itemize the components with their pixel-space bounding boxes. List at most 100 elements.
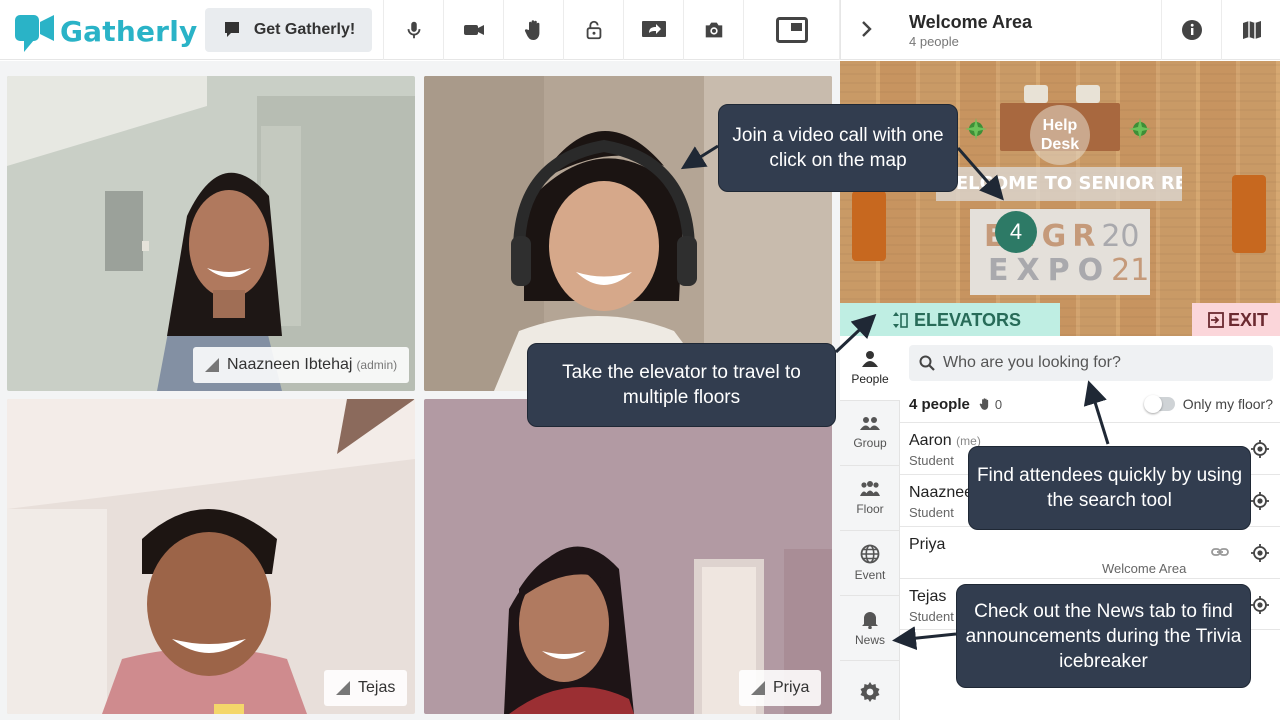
person-role: Student bbox=[909, 505, 954, 520]
search-icon bbox=[919, 355, 935, 371]
get-gatherly-label: Get Gatherly! bbox=[253, 21, 356, 38]
person-name: Aaron bbox=[909, 432, 952, 449]
logo-camera-icon bbox=[14, 11, 56, 52]
area-people-count: 4 people bbox=[909, 34, 959, 49]
info-button[interactable] bbox=[1161, 0, 1221, 60]
callout-elevator: Take the elevator to travel to multiple … bbox=[527, 343, 836, 427]
video-nameplate: Priya bbox=[739, 670, 822, 706]
chair bbox=[1076, 85, 1100, 103]
person-name: Tejas bbox=[909, 588, 947, 605]
participant-name: Priya bbox=[773, 679, 810, 696]
raise-hand-icon bbox=[524, 20, 539, 40]
microphone-button[interactable] bbox=[383, 0, 443, 60]
microphone-icon bbox=[407, 21, 420, 39]
welcome-banner: WELCOME TO SENIOR RECEPTION! bbox=[936, 167, 1182, 201]
elevators-button[interactable]: ELEVATORS bbox=[840, 303, 1060, 336]
nav-floor[interactable]: Floor bbox=[840, 466, 900, 531]
locate-icon[interactable] bbox=[1250, 439, 1270, 459]
person-location: Welcome Area bbox=[1102, 561, 1187, 576]
logo: Gatherly bbox=[14, 11, 198, 52]
help-desk-button[interactable]: Help Desk bbox=[1030, 105, 1090, 165]
camera-button[interactable] bbox=[443, 0, 503, 60]
settings-icon bbox=[860, 681, 880, 702]
chat-flag-icon bbox=[224, 22, 239, 37]
sofa bbox=[1232, 175, 1266, 253]
video-nameplate: Tejas bbox=[324, 670, 408, 706]
nav-news[interactable]: News bbox=[840, 596, 900, 661]
raised-hands-count: 0 bbox=[978, 397, 1002, 412]
person-role: Student bbox=[909, 609, 954, 624]
group-count-circle[interactable]: 4 bbox=[995, 211, 1037, 253]
globe-icon bbox=[860, 544, 880, 564]
video-feed bbox=[424, 399, 832, 714]
video-nameplate: Naazneen Ibtehaj (admin) bbox=[193, 347, 410, 383]
elevator-icon bbox=[893, 312, 908, 328]
snapshot-button[interactable] bbox=[683, 0, 743, 60]
link-icon[interactable] bbox=[1211, 543, 1229, 561]
brand-name: Gatherly bbox=[60, 14, 198, 48]
callout-search: Find attendees quickly by using the sear… bbox=[968, 446, 1251, 530]
locate-icon[interactable] bbox=[1250, 543, 1270, 563]
group-icon bbox=[860, 417, 880, 430]
info-icon bbox=[1181, 20, 1202, 40]
video-feed bbox=[7, 399, 415, 714]
video-tile-priya[interactable]: Priya bbox=[424, 399, 832, 714]
lock-icon bbox=[586, 20, 601, 40]
chair bbox=[1024, 85, 1048, 103]
toggle-label: Only my floor? bbox=[1182, 396, 1273, 412]
get-gatherly-button[interactable]: Get Gatherly! bbox=[205, 8, 372, 52]
callout-video-call: Join a video call with one click on the … bbox=[718, 104, 958, 192]
nav-settings[interactable] bbox=[840, 661, 900, 720]
person-icon bbox=[862, 351, 878, 367]
snapshot-icon bbox=[705, 22, 722, 38]
locate-icon[interactable] bbox=[1250, 595, 1270, 615]
raise-hand-icon bbox=[979, 398, 989, 410]
collapse-chevron-icon[interactable] bbox=[861, 20, 873, 44]
bell-icon bbox=[862, 612, 878, 629]
plant-icon bbox=[965, 118, 987, 140]
exit-button[interactable]: EXIT bbox=[1192, 303, 1280, 336]
lock-button[interactable] bbox=[563, 0, 623, 60]
side-nav: People Group Floor Event News bbox=[840, 336, 900, 720]
nav-people[interactable]: People bbox=[840, 336, 900, 401]
map-button[interactable] bbox=[1221, 0, 1280, 60]
signal-icon bbox=[751, 681, 765, 695]
share-screen-button[interactable] bbox=[623, 0, 683, 60]
people-count-row: 4 people 0 Only my floor? bbox=[909, 392, 1273, 416]
share-screen-icon bbox=[641, 21, 666, 37]
search-bar[interactable] bbox=[909, 345, 1273, 381]
person-row[interactable]: Priya Welcome Area bbox=[900, 526, 1280, 578]
locate-icon[interactable] bbox=[1250, 491, 1270, 511]
top-toolbar: Gatherly Get Gatherly! bbox=[0, 0, 840, 60]
area-title: Welcome Area bbox=[909, 12, 1033, 32]
participant-name: Naazneen Ibtehaj bbox=[227, 356, 353, 373]
search-input[interactable] bbox=[943, 354, 1263, 372]
plant-icon bbox=[1129, 118, 1151, 140]
gatherly-app: Gatherly Get Gatherly! Naazneen Ibtehaj … bbox=[0, 0, 1280, 720]
sofa bbox=[852, 191, 886, 261]
floor-map[interactable]: Help Desk WELCOME TO SENIOR RECEPTION! E… bbox=[840, 61, 1280, 336]
nav-group[interactable]: Group bbox=[840, 401, 900, 466]
toggle-switch[interactable] bbox=[1143, 395, 1175, 413]
exit-label: EXIT bbox=[1228, 309, 1269, 330]
picture-in-picture-icon bbox=[775, 17, 808, 43]
elevators-label: ELEVATORS bbox=[914, 309, 1022, 330]
video-tile-tejas[interactable]: Tejas bbox=[7, 399, 415, 714]
nav-event[interactable]: Event bbox=[840, 531, 900, 596]
map-icon bbox=[1242, 21, 1261, 39]
video-tile-naazneen[interactable]: Naazneen Ibtehaj (admin) bbox=[7, 76, 415, 391]
video-feed bbox=[7, 76, 415, 391]
raise-hand-button[interactable] bbox=[503, 0, 563, 60]
person-role: Student bbox=[909, 453, 954, 468]
area-header: Welcome Area 4 people bbox=[840, 0, 1280, 60]
people-count-label: 4 people bbox=[909, 395, 970, 413]
callout-news: Check out the News tab to find announcem… bbox=[956, 584, 1251, 688]
participant-role: (admin) bbox=[356, 358, 398, 372]
person-name: Priya bbox=[909, 536, 946, 553]
only-my-floor-toggle[interactable]: Only my floor? bbox=[1143, 395, 1273, 413]
participant-name: Tejas bbox=[358, 679, 396, 696]
picture-in-picture-button[interactable] bbox=[743, 0, 840, 60]
floor-icon bbox=[860, 481, 880, 496]
exit-icon bbox=[1208, 312, 1224, 328]
signal-icon bbox=[205, 358, 219, 372]
